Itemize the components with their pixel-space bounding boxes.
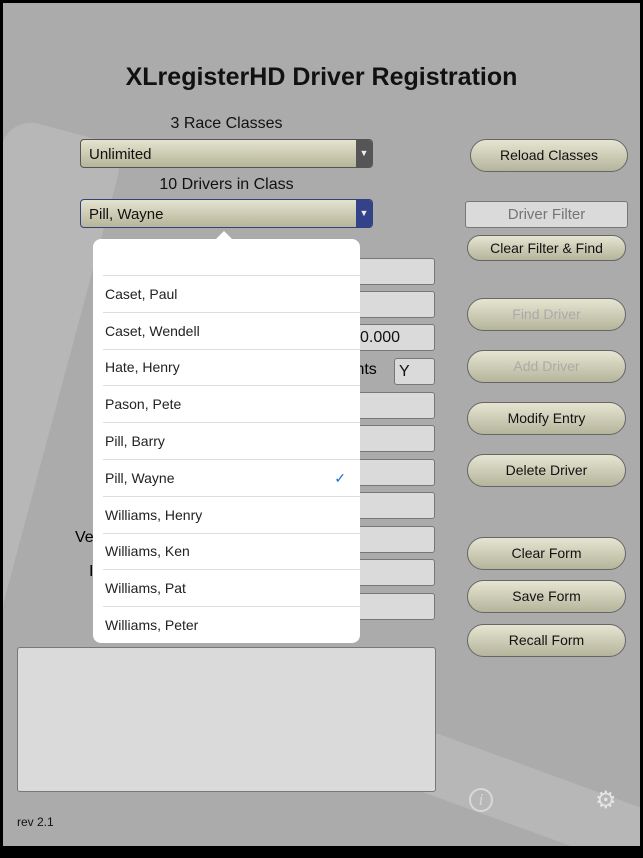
drivers-count: 10 Drivers in Class — [159, 176, 294, 193]
checkmark-icon: ✓ — [334, 469, 346, 486]
delete-driver-button[interactable]: Delete Driver — [467, 454, 626, 487]
notes-textarea[interactable] — [17, 647, 436, 792]
race-class-select[interactable]: Unlimited ▼ — [80, 139, 373, 168]
form-field[interactable] — [355, 459, 435, 486]
race-classes-count: 3 Race Classes — [170, 115, 283, 132]
dropdown-item-label: Pason, Pete — [105, 396, 182, 413]
dropdown-item-label: Caset, Wendell — [105, 322, 200, 339]
form-field[interactable] — [355, 559, 435, 586]
dropdown-item-label: Williams, Pat — [105, 580, 186, 597]
dropdown-item[interactable]: Williams, Ken — [103, 533, 360, 571]
recall-form-button[interactable]: Recall Form — [467, 624, 626, 657]
dropdown-item-label: Pill, Wayne — [105, 469, 175, 486]
field-label: Ve — [75, 529, 94, 546]
chevron-down-icon: ▼ — [356, 200, 372, 227]
form-field[interactable] — [355, 291, 435, 318]
driver-filter-input[interactable] — [465, 201, 628, 228]
info-icon[interactable]: i — [469, 788, 493, 812]
driver-dropdown-popover: Caset, Paul Caset, Wendell Hate, Henry Paso… — [93, 231, 360, 644]
form-field[interactable] — [355, 425, 435, 452]
add-driver-button[interactable]: Add Driver — [467, 350, 626, 383]
dropdown-item[interactable]: Williams, Peter — [103, 607, 360, 644]
app-window: XLregisterHD Driver Registration 3 Race … — [3, 3, 640, 846]
form-field[interactable] — [355, 593, 435, 620]
dropdown-item-label: Pill, Barry — [105, 433, 165, 449]
form-field[interactable] — [355, 526, 435, 553]
dropdown-item[interactable]: Williams, Pat — [103, 570, 360, 608]
clear-filter-find-button[interactable]: Clear Filter & Find — [467, 235, 626, 261]
dropdown-item[interactable]: Caset, Paul — [103, 276, 360, 313]
race-class-value: Unlimited — [89, 146, 152, 163]
reload-classes-button[interactable]: Reload Classes — [470, 139, 628, 172]
dropdown-item-label: Caset, Paul — [105, 285, 178, 302]
revision-label: rev 2.1 — [17, 815, 54, 829]
points-field[interactable]: Y — [394, 358, 435, 385]
dropdown-item[interactable]: Hate, Henry — [103, 349, 360, 387]
dropdown-item[interactable]: Pill, Wayne ✓ — [103, 460, 360, 497]
save-form-button[interactable]: Save Form — [467, 580, 626, 613]
dropdown-item[interactable] — [103, 239, 360, 276]
clear-form-button[interactable]: Clear Form — [467, 537, 626, 570]
dropdown-item[interactable]: Pason, Pete — [103, 386, 360, 424]
chevron-down-icon: ▼ — [356, 140, 372, 167]
form-field[interactable] — [355, 492, 435, 519]
driver-select[interactable]: Pill, Wayne ▼ — [80, 199, 373, 228]
form-field-number[interactable]: 0.000 — [355, 324, 435, 351]
dropdown-item-label: Williams, Peter — [105, 617, 199, 633]
find-driver-button[interactable]: Find Driver — [467, 298, 626, 331]
page-title: XLregisterHD Driver Registration — [125, 63, 518, 91]
dropdown-item[interactable]: Williams, Henry — [103, 497, 360, 534]
dropdown-item-label: Williams, Henry — [105, 506, 203, 523]
gear-icon[interactable]: ⚙ — [595, 786, 617, 815]
form-field[interactable] — [355, 392, 435, 419]
modify-entry-button[interactable]: Modify Entry — [467, 402, 626, 435]
form-field[interactable] — [355, 258, 435, 285]
dropdown-item-label: Hate, Henry — [105, 359, 180, 376]
dropdown-item-label: Williams, Ken — [105, 543, 190, 560]
driver-value: Pill, Wayne — [89, 206, 164, 223]
dropdown-item[interactable]: Pill, Barry — [103, 423, 360, 460]
dropdown-item[interactable]: Caset, Wendell — [103, 313, 360, 350]
